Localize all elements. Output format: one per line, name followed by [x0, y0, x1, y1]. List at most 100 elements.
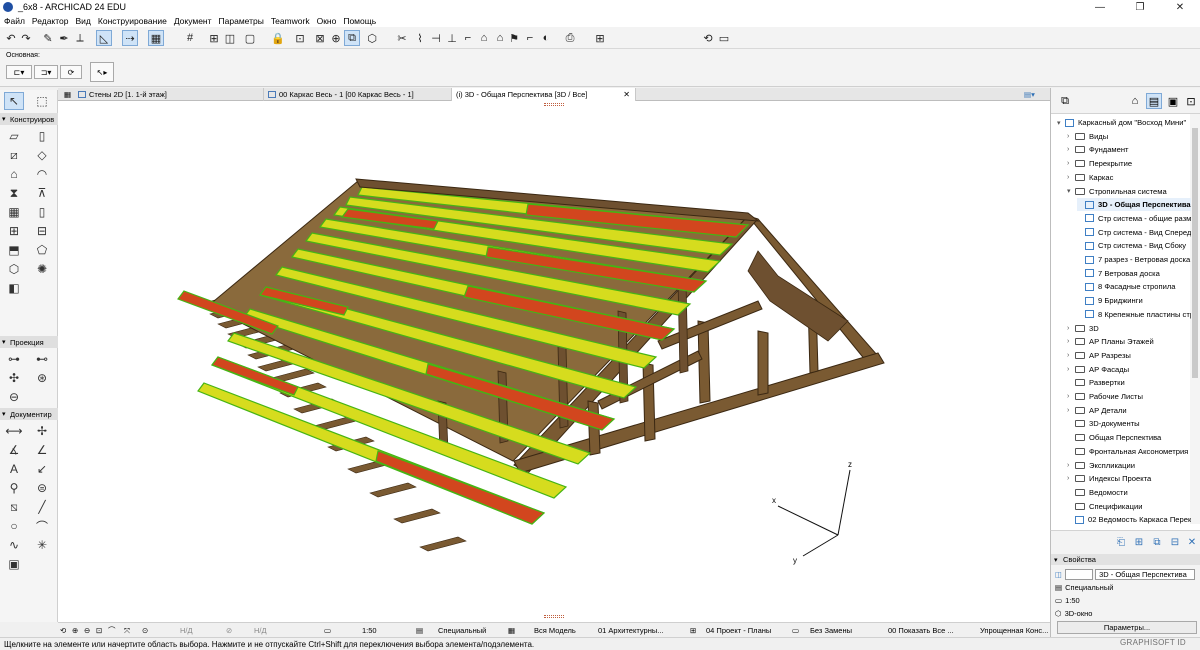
structure-display-dropdown[interactable]: Упрощенная Конс...: [980, 625, 1048, 636]
navigator-project-root[interactable]: ▾ Каркасный дом "Восход Мини": [1057, 116, 1191, 129]
navigator-view-item[interactable]: 8 Фасадные стропила: [1077, 280, 1191, 293]
guide-lines-icon[interactable]: ⇢: [122, 30, 138, 46]
suspend-groups-icon[interactable]: ▦: [148, 30, 164, 46]
toolbox-section-document[interactable]: Документир: [0, 408, 58, 420]
navigator-scrollbar[interactable]: [1190, 114, 1200, 524]
line-tool-icon[interactable]: ╱: [32, 498, 52, 516]
bimcloud-icon[interactable]: ▭: [716, 30, 732, 46]
navigator-folder-item[interactable]: › Каркас: [1067, 171, 1191, 184]
expand-arrow-icon[interactable]: ›: [1067, 160, 1075, 167]
zoom-icon[interactable]: ⊕: [328, 30, 344, 46]
grid-snap-icon[interactable]: #: [182, 30, 198, 46]
lamp-tool-icon[interactable]: ✺: [32, 260, 52, 278]
expand-arrow-icon[interactable]: ›: [1067, 146, 1075, 153]
column-tool-icon[interactable]: ▯: [32, 127, 52, 145]
renovation-filter-dropdown[interactable]: 00 Показать Все ...: [888, 625, 964, 636]
expand-arrow-icon[interactable]: ›: [1067, 338, 1075, 345]
tab-frame-all[interactable]: 00 Каркас Весь - 1 [00 Каркас Весь - 1]: [264, 88, 452, 101]
wall-tool-icon[interactable]: ▱: [4, 127, 24, 145]
geometry-method-dropdown[interactable]: ⊏▾: [6, 65, 32, 79]
beam-tool-icon[interactable]: ⧄: [4, 146, 24, 164]
view-map-icon[interactable]: ▤: [1146, 93, 1162, 109]
navigator-folder-item[interactable]: › Рабочие Листы: [1067, 390, 1191, 403]
navigator-folder-item[interactable]: Спецификации: [1067, 500, 1191, 513]
navigator-folder-item[interactable]: ▾ Стропильная система: [1067, 185, 1191, 198]
delete-icon[interactable]: ✕: [1184, 534, 1200, 550]
new-folder-icon[interactable]: ⊞: [1131, 534, 1147, 550]
project-map-icon[interactable]: ⌂: [1127, 93, 1143, 109]
navigator-folder-item[interactable]: Развертки: [1067, 376, 1191, 389]
marquee-icon[interactable]: ⊠: [312, 30, 328, 46]
orientation-dropdown[interactable]: ⊐▾: [34, 65, 58, 79]
navigator-folder-item[interactable]: › Виды: [1067, 130, 1191, 143]
expand-arrow-icon[interactable]: ›: [1067, 174, 1075, 181]
scale-field[interactable]: 1:50: [362, 625, 377, 636]
split-icon[interactable]: ⌇: [412, 30, 428, 46]
clone-icon[interactable]: ⧉: [1149, 534, 1165, 550]
menu-edit[interactable]: Редактор: [32, 16, 69, 26]
circle-icon[interactable]: ◐: [538, 30, 554, 46]
expand-arrow-icon[interactable]: ›: [1067, 393, 1075, 400]
circle-tool-icon[interactable]: ○: [4, 517, 24, 535]
slab-tool-icon[interactable]: ◇: [32, 146, 52, 164]
object-tool-icon[interactable]: ⬡: [4, 260, 24, 278]
expand-arrow-icon[interactable]: ›: [1067, 366, 1075, 373]
corner-icon[interactable]: ⌐: [522, 30, 538, 46]
undo-zoom-icon[interactable]: ⟲: [60, 625, 66, 636]
3d-view-icon[interactable]: ⬡: [364, 30, 380, 46]
navigator-folder-item[interactable]: › АР Планы Этажей: [1067, 335, 1191, 348]
elevation-na-field[interactable]: Н/Д: [254, 625, 267, 636]
expand-arrow-icon[interactable]: ›: [1067, 325, 1075, 332]
figure-tool-icon[interactable]: ▣: [4, 555, 24, 573]
save-view-icon[interactable]: ⎗: [1113, 534, 1129, 550]
polyline-tool-icon[interactable]: ⌒: [32, 517, 52, 535]
window-tool-icon[interactable]: ⊞: [4, 222, 24, 240]
model-view-dropdown[interactable]: 01 Архитектурны...: [598, 625, 684, 636]
railing-tool-icon[interactable]: ⊼: [32, 184, 52, 202]
measure-icon[interactable]: ⟂: [72, 30, 88, 46]
navigator-folder-item[interactable]: Общая Перспектива: [1067, 431, 1191, 444]
expand-arrow-icon[interactable]: ›: [1067, 462, 1075, 469]
expand-arrow-icon[interactable]: ›: [1067, 475, 1075, 482]
inject-icon[interactable]: ✒: [56, 30, 72, 46]
lock-icon[interactable]: 🔒: [270, 30, 286, 46]
menu-design[interactable]: Конструирование: [98, 16, 167, 26]
pick-up-icon[interactable]: ✎: [40, 30, 56, 46]
fillet-icon[interactable]: ⌐: [460, 30, 476, 46]
group-icon[interactable]: ⊡: [292, 30, 308, 46]
hotspot-tool-icon[interactable]: ✳: [32, 536, 52, 554]
fill-tool-icon[interactable]: ⧅: [4, 498, 24, 516]
elevation-tool-icon[interactable]: ⊷: [32, 350, 52, 368]
orbit-icon[interactable]: ⌒: [108, 625, 116, 636]
text-tool-icon[interactable]: A: [4, 460, 24, 478]
menu-view[interactable]: Вид: [76, 16, 91, 26]
navigator-folder-item[interactable]: › Экспликации: [1067, 459, 1191, 472]
skylight-tool-icon[interactable]: ⊟: [32, 222, 52, 240]
navigator-view-item[interactable]: 7 разрез - Ветровая доска: [1077, 253, 1191, 266]
navigator-folder-item[interactable]: › АР Фасады: [1067, 363, 1191, 376]
detail-tool-icon[interactable]: ⊖: [4, 388, 24, 406]
expand-arrow-icon[interactable]: ›: [1067, 352, 1075, 359]
navigator-folder-item[interactable]: Ведомости: [1067, 486, 1191, 499]
parameters-button[interactable]: Параметры...: [1057, 621, 1197, 634]
angle-na-field[interactable]: Н/Д: [180, 625, 193, 636]
navigator-folder-item[interactable]: › Перекрытие: [1067, 157, 1191, 170]
level-dimension-tool-icon[interactable]: ✢: [32, 422, 52, 440]
explore-icon[interactable]: ⤧: [124, 625, 130, 636]
marquee-tool-icon[interactable]: ⬚: [32, 92, 52, 110]
teamwork-icon[interactable]: ⟲: [700, 30, 716, 46]
stair-tool-icon[interactable]: ⧗: [4, 184, 24, 202]
navigator-folder-item[interactable]: Фронтальная Аксонометрия: [1067, 445, 1191, 458]
roof-tool-icon[interactable]: ⌂: [4, 165, 24, 183]
marker-tool-icon[interactable]: ⚲: [4, 479, 24, 497]
zoom-in-icon[interactable]: ⊕: [72, 625, 78, 636]
dimension-tool-icon[interactable]: ⟷: [4, 422, 24, 440]
spline-tool-icon[interactable]: ∿: [4, 536, 24, 554]
navigator-folder-item[interactable]: › АР Детали: [1067, 404, 1191, 417]
tab-walls-2d[interactable]: Стены 2D [1. 1-й этаж]: [74, 88, 264, 101]
maximize-button[interactable]: ❐: [1120, 0, 1160, 14]
navigator-menu-icon[interactable]: ⧉: [1057, 93, 1073, 109]
minimize-button[interactable]: —: [1080, 0, 1120, 14]
navigator-view-item[interactable]: 02 Ведомость Каркаса Перекры: [1067, 513, 1191, 526]
navigator-view-item[interactable]: Стр система - Вид Сбоку: [1077, 239, 1191, 252]
